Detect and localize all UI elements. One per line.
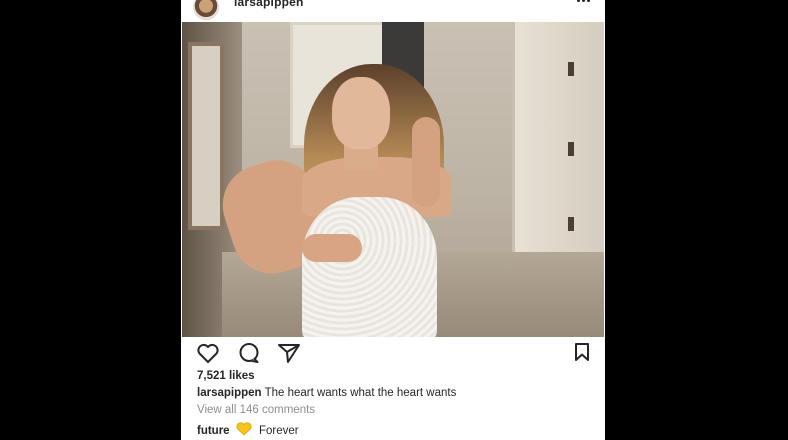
post-username[interactable]: larsapippen <box>234 0 304 9</box>
more-dots-icon[interactable] <box>575 0 593 6</box>
paper-plane-icon[interactable] <box>277 342 301 364</box>
comment-bubble-icon[interactable] <box>237 342 261 364</box>
door <box>512 22 604 272</box>
post-photo[interactable] <box>182 22 604 337</box>
picture-frame <box>188 42 224 230</box>
post-header: larsapippen <box>181 0 605 22</box>
action-bar <box>181 342 605 368</box>
white-dress <box>302 197 437 337</box>
yellow-heart-icon <box>236 422 252 436</box>
view-comments-link[interactable]: View all 146 comments <box>197 404 315 416</box>
comment-text: Forever <box>259 425 299 437</box>
caption-username[interactable]: larsapippen <box>197 387 262 399</box>
caption: larsapippen The heart wants what the hea… <box>197 387 456 399</box>
bookmark-icon[interactable] <box>573 342 591 364</box>
heart-outline-icon[interactable] <box>196 342 220 364</box>
comment-username[interactable]: future <box>197 425 230 437</box>
instagram-post: larsapippen 7,521 likes larsapippen The … <box>181 0 605 440</box>
top-comment: future Forever <box>197 422 299 437</box>
avatar[interactable] <box>193 0 219 20</box>
caption-text: The heart wants what the heart wants <box>264 387 457 399</box>
likes-count[interactable]: 7,521 likes <box>197 370 255 382</box>
